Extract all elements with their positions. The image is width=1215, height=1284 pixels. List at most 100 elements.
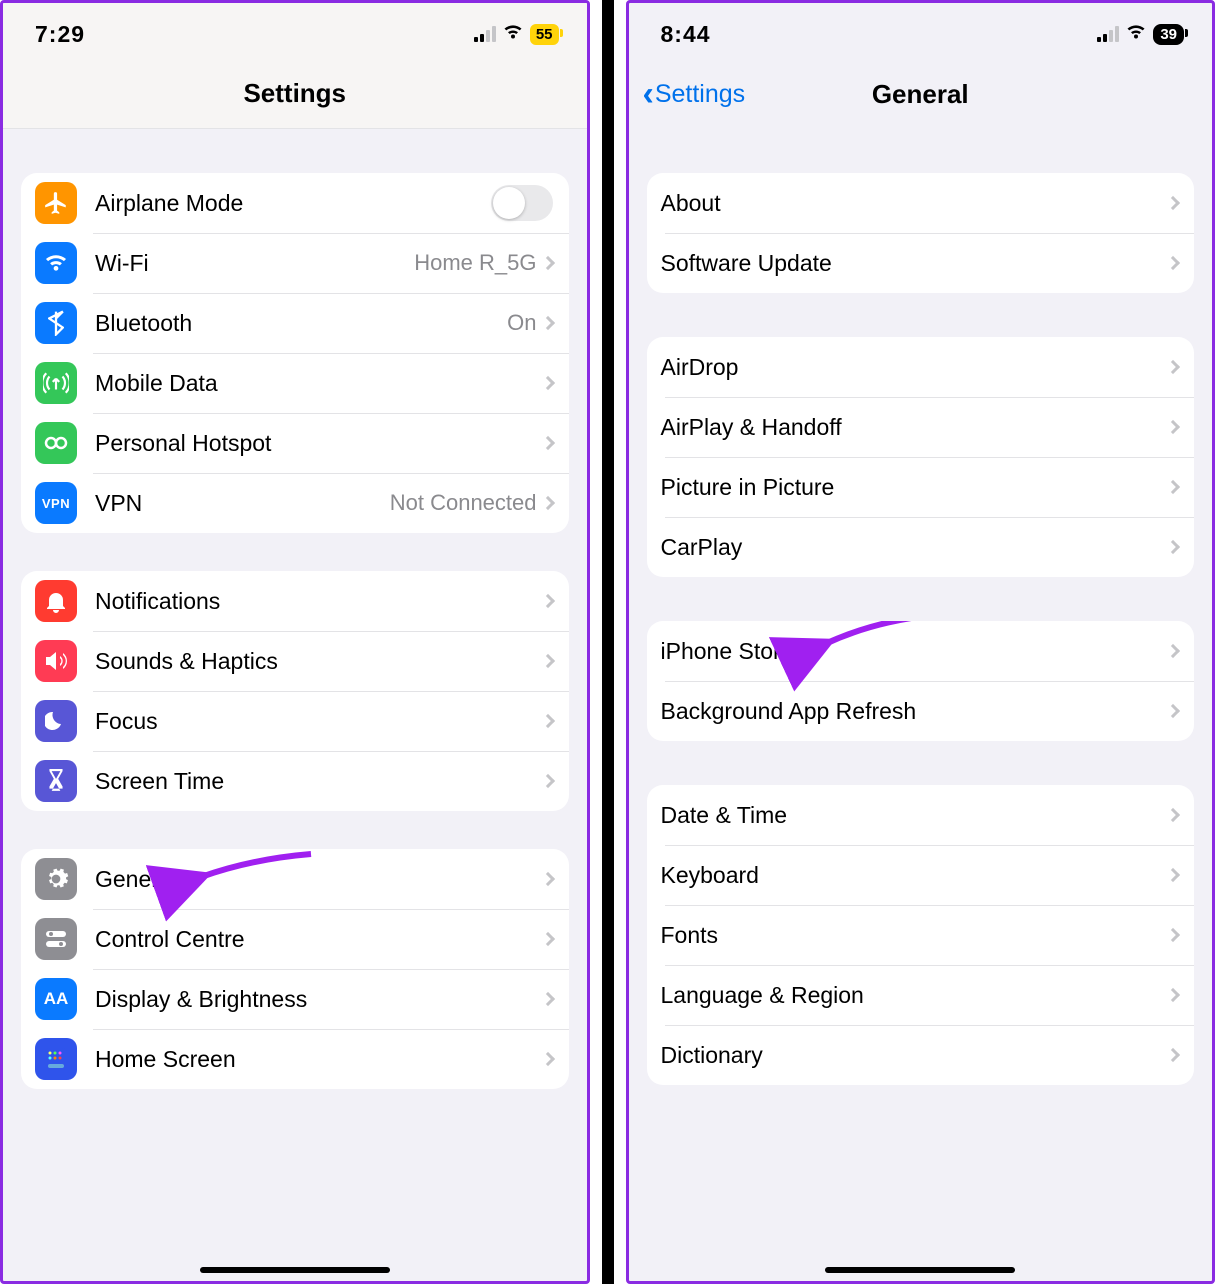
general-screen: 8:44 39 ‹ Settings General About Softwar…	[626, 0, 1215, 1284]
row-label: Notifications	[95, 588, 543, 615]
page-title: Settings	[243, 78, 346, 109]
row-label: Airplane Mode	[95, 190, 491, 217]
chevron-right-icon	[540, 774, 554, 788]
row-about[interactable]: About	[647, 173, 1195, 233]
row-label: Sounds & Haptics	[95, 648, 543, 675]
home-indicator[interactable]	[200, 1267, 390, 1273]
row-background-refresh[interactable]: Background App Refresh	[647, 681, 1195, 741]
row-mobile-data[interactable]: Mobile Data	[21, 353, 569, 413]
home-indicator[interactable]	[825, 1267, 1015, 1273]
back-button[interactable]: ‹ Settings	[643, 80, 746, 109]
row-carplay[interactable]: CarPlay	[647, 517, 1195, 577]
nav-bar: ‹ Settings General	[629, 59, 1213, 129]
row-label: Software Update	[661, 250, 1169, 277]
chevron-right-icon	[540, 992, 554, 1006]
row-language[interactable]: Language & Region	[647, 965, 1195, 1025]
row-airplay[interactable]: AirPlay & Handoff	[647, 397, 1195, 457]
row-dictionary[interactable]: Dictionary	[647, 1025, 1195, 1085]
group-connectivity: Airplane Mode Wi-Fi Home R_5G Bluetooth …	[21, 173, 569, 533]
wifi-value: Home R_5G	[414, 250, 536, 276]
bluetooth-icon	[35, 302, 77, 344]
row-label: iPhone Storage	[661, 638, 1169, 665]
chevron-right-icon	[540, 316, 554, 330]
cellular-icon	[35, 362, 77, 404]
row-label: Keyboard	[661, 862, 1169, 889]
chevron-right-icon	[1166, 540, 1180, 554]
row-sounds[interactable]: Sounds & Haptics	[21, 631, 569, 691]
row-screen-time[interactable]: Screen Time	[21, 751, 569, 811]
text-size-icon: AA	[35, 978, 77, 1020]
chevron-right-icon	[1166, 360, 1180, 374]
chevron-right-icon	[1166, 644, 1180, 658]
row-notifications[interactable]: Notifications	[21, 571, 569, 631]
chevron-right-icon	[540, 496, 554, 510]
settings-list[interactable]: Airplane Mode Wi-Fi Home R_5G Bluetooth …	[3, 129, 587, 1281]
cellular-signal-icon	[474, 26, 496, 42]
row-display[interactable]: AA Display & Brightness	[21, 969, 569, 1029]
status-bar: 8:44 39	[629, 3, 1213, 59]
row-label: AirDrop	[661, 354, 1169, 381]
row-date-time[interactable]: Date & Time	[647, 785, 1195, 845]
chevron-right-icon	[540, 1052, 554, 1066]
row-airdrop[interactable]: AirDrop	[647, 337, 1195, 397]
chevron-right-icon	[1166, 480, 1180, 494]
battery-indicator: 55	[530, 24, 559, 45]
group-sharing: AirDrop AirPlay & Handoff Picture in Pic…	[647, 337, 1195, 577]
wifi-settings-icon	[35, 242, 77, 284]
airplane-icon	[35, 182, 77, 224]
row-focus[interactable]: Focus	[21, 691, 569, 751]
group-preferences: Date & Time Keyboard Fonts Language & Re…	[647, 785, 1195, 1085]
row-personal-hotspot[interactable]: Personal Hotspot	[21, 413, 569, 473]
row-fonts[interactable]: Fonts	[647, 905, 1195, 965]
row-general[interactable]: General	[21, 849, 569, 909]
back-label: Settings	[655, 80, 745, 109]
status-bar: 7:29 55	[3, 3, 587, 59]
row-control-centre[interactable]: Control Centre	[21, 909, 569, 969]
row-label: VPN	[95, 490, 390, 517]
vpn-value: Not Connected	[390, 490, 537, 516]
group-alerts: Notifications Sounds & Haptics Focus Scr…	[21, 571, 569, 811]
home-screen-icon	[35, 1038, 77, 1080]
sliders-icon	[35, 918, 77, 960]
row-keyboard[interactable]: Keyboard	[647, 845, 1195, 905]
status-time: 7:29	[35, 21, 85, 48]
row-label: Language & Region	[661, 982, 1169, 1009]
row-home-screen[interactable]: Home Screen	[21, 1029, 569, 1089]
row-bluetooth[interactable]: Bluetooth On	[21, 293, 569, 353]
wifi-icon	[502, 24, 524, 45]
bluetooth-value: On	[507, 310, 536, 336]
row-label: Fonts	[661, 922, 1169, 949]
page-title: General	[872, 79, 969, 110]
row-label: Mobile Data	[95, 370, 543, 397]
row-label: Background App Refresh	[661, 698, 1169, 725]
chevron-right-icon	[1166, 196, 1180, 210]
row-label: Personal Hotspot	[95, 430, 543, 457]
general-list[interactable]: About Software Update AirDrop AirPlay & …	[629, 129, 1213, 1281]
row-label: Dictionary	[661, 1042, 1169, 1069]
row-label: Focus	[95, 708, 543, 735]
chevron-right-icon	[540, 594, 554, 608]
cellular-signal-icon	[1097, 26, 1119, 42]
row-software-update[interactable]: Software Update	[647, 233, 1195, 293]
airplane-toggle[interactable]	[491, 185, 553, 221]
row-airplane-mode[interactable]: Airplane Mode	[21, 173, 569, 233]
chevron-right-icon	[1166, 868, 1180, 882]
chevron-right-icon	[540, 872, 554, 886]
chevron-right-icon	[1166, 928, 1180, 942]
hotspot-icon	[35, 422, 77, 464]
gear-icon	[35, 858, 77, 900]
row-label: AirPlay & Handoff	[661, 414, 1169, 441]
hourglass-icon	[35, 760, 77, 802]
row-wifi[interactable]: Wi-Fi Home R_5G	[21, 233, 569, 293]
status-time: 8:44	[661, 21, 711, 48]
row-iphone-storage[interactable]: iPhone Storage	[647, 621, 1195, 681]
chevron-right-icon	[540, 932, 554, 946]
row-label: Wi-Fi	[95, 250, 414, 277]
chevron-right-icon	[1166, 808, 1180, 822]
chevron-right-icon	[1166, 256, 1180, 270]
row-label: General	[95, 866, 543, 893]
row-label: Home Screen	[95, 1046, 543, 1073]
row-vpn[interactable]: VPN VPN Not Connected	[21, 473, 569, 533]
row-pip[interactable]: Picture in Picture	[647, 457, 1195, 517]
row-label: Bluetooth	[95, 310, 507, 337]
